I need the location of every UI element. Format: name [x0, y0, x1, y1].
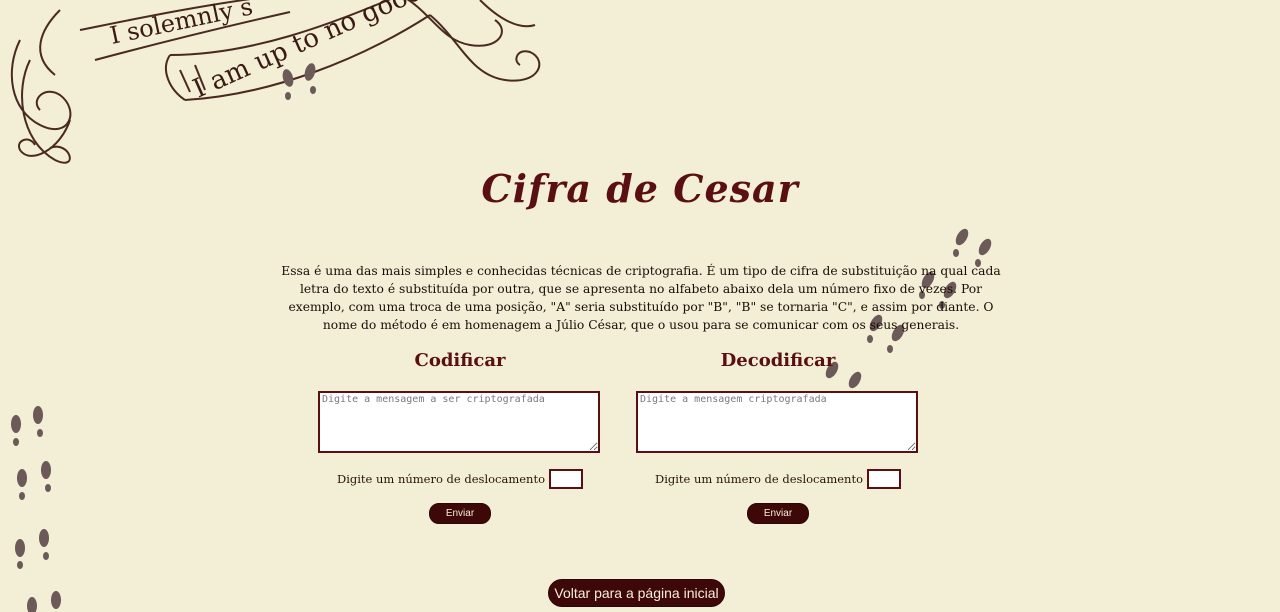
back-home-button[interactable]: Voltar para a página inicial	[548, 579, 725, 607]
encode-heading: Codificar	[414, 350, 506, 371]
decode-heading: Decodificar	[720, 350, 836, 371]
footprints-icon	[11, 406, 61, 612]
encode-submit-button[interactable]: Enviar	[429, 503, 491, 524]
decode-shift-row: Digite um número de deslocamento	[636, 468, 920, 490]
page-title: Cifra de Cesar	[481, 166, 799, 211]
encode-shift-input[interactable]	[549, 469, 584, 489]
encode-shift-label: Digite um número de deslocamento	[336, 472, 546, 486]
decode-shift-label: Digite um número de deslocamento	[654, 472, 864, 486]
page: I solemnly s I am up to no good. Cifra d…	[0, 0, 1280, 612]
decode-submit-button[interactable]: Enviar	[747, 503, 809, 524]
intro-paragraph: Essa é uma das mais simples e conhecidas…	[281, 264, 1001, 333]
encode-message-input[interactable]	[318, 391, 600, 453]
decode-shift-input[interactable]	[867, 469, 902, 489]
decode-section: Decodificar Digite um número de deslocam…	[636, 350, 920, 524]
encode-section: Codificar Digite um número de deslocamen…	[318, 350, 602, 524]
ribbon-banner-icon: I solemnly s I am up to no good.	[10, 0, 541, 164]
encode-shift-row: Digite um número de deslocamento	[318, 468, 602, 490]
decode-message-input[interactable]	[636, 391, 918, 453]
